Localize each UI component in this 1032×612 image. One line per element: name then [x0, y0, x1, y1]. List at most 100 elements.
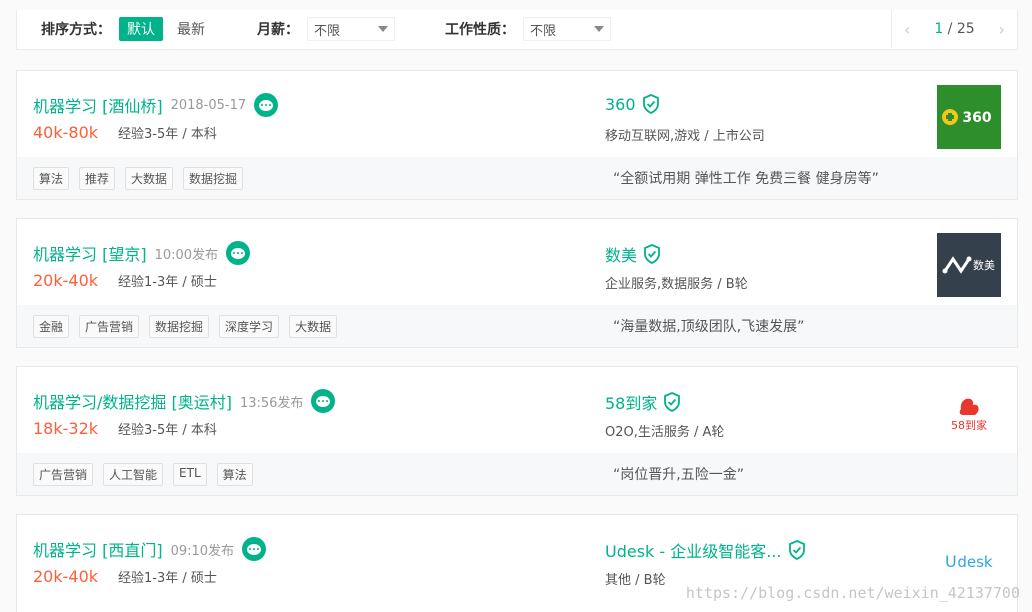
job-card-main: 机器学习/数据挖掘 [奥运村] 13:56发布 18k-32k 经验3-5年 /… — [17, 367, 1017, 453]
job-requirement: 经验1-3年 / 硕士 — [118, 571, 217, 586]
watermark: https://blog.csdn.net/weixin_42137700 — [685, 584, 1020, 602]
company-industry: 其他 / B轮 — [605, 573, 666, 588]
job-card[interactable]: 机器学习/数据挖掘 [奥运村] 13:56发布 18k-32k 经验3-5年 /… — [16, 366, 1018, 496]
company-row: 数美 — [605, 242, 661, 266]
jobtype-select[interactable]: 不限 — [523, 17, 611, 41]
job-salary: 40k-80k — [33, 123, 99, 142]
svg-text:U: U — [945, 552, 957, 571]
salary-filter-label: 月薪： — [257, 22, 299, 38]
job-requirement: 经验3-5年 / 本科 — [118, 127, 217, 142]
job-title-row: 机器学习 [望京] 10:00发布 — [33, 241, 251, 265]
page-total: 25 — [956, 21, 975, 37]
job-requirement: 经验1-3年 / 硕士 — [118, 275, 217, 290]
chat-icon[interactable] — [242, 537, 267, 561]
job-card-main: 机器学习 [酒仙桥] 2018-05-17 40k-80k 经验3-5年 / 本… — [17, 71, 1017, 157]
sort-group: 排序方式： 默认 最新 — [41, 10, 219, 48]
job-salary-row: 40k-80k 经验3-5年 / 本科 — [33, 123, 217, 142]
company-name-link[interactable]: Udesk - 企业级智能客... — [605, 538, 782, 562]
job-salary-row: 20k-40k 经验1-3年 / 硕士 — [33, 567, 217, 586]
job-salary-row: 20k-40k 经验1-3年 / 硕士 — [33, 271, 217, 290]
job-tag[interactable]: 金融 — [33, 315, 70, 338]
job-title-row: 机器学习 [酒仙桥] 2018-05-17 — [33, 93, 279, 117]
job-card-footer: 金融 广告营销 数据挖掘 深度学习 大数据 “海量数据,顶级团队,飞速发展” — [17, 305, 1017, 347]
sort-option-default[interactable]: 默认 — [119, 17, 163, 41]
company-logo[interactable]: 360 — [937, 85, 1001, 149]
job-post-time: 10:00发布 — [154, 247, 219, 263]
job-salary: 20k-40k — [33, 271, 99, 290]
sort-option-newest[interactable]: 最新 — [169, 17, 213, 41]
logo-text: desk — [957, 553, 993, 571]
pager: ‹ 1 / 25 › — [891, 10, 1017, 48]
job-tag[interactable]: 人工智能 — [103, 463, 164, 486]
job-tag[interactable]: ETL — [173, 463, 207, 486]
verified-shield-icon — [644, 244, 660, 264]
job-card[interactable]: 机器学习 [酒仙桥] 2018-05-17 40k-80k 经验3-5年 / 本… — [16, 70, 1018, 200]
chevron-left-icon[interactable]: ‹ — [904, 20, 910, 39]
job-title-row: 机器学习/数据挖掘 [奥运村] 13:56发布 — [33, 389, 336, 413]
verified-shield-icon — [664, 392, 681, 412]
salary-select[interactable]: 不限 — [307, 17, 395, 41]
company-row: 58到家 — [605, 390, 681, 414]
chat-icon[interactable] — [226, 241, 251, 265]
job-title-link[interactable]: 机器学习/数据挖掘 [奥运村] — [33, 389, 232, 413]
chat-icon[interactable] — [311, 389, 336, 413]
verified-shield-icon — [788, 540, 805, 560]
job-tag[interactable]: 深度学习 — [219, 315, 280, 338]
chevron-down-icon — [378, 26, 388, 32]
company-row: Udesk - 企业级智能客... — [605, 538, 806, 562]
job-post-time: 09:10发布 — [170, 543, 235, 559]
sort-label: 排序方式： — [41, 22, 111, 38]
company-name-link[interactable]: 58到家 — [605, 390, 657, 414]
job-tags: 广告营销 人工智能 ETL 算法 — [33, 463, 263, 486]
job-tag[interactable]: 算法 — [216, 463, 253, 486]
job-card[interactable]: 机器学习 [望京] 10:00发布 20k-40k 经验1-3年 / 硕士 数美… — [16, 218, 1018, 348]
company-logo[interactable]: 数美 — [937, 233, 1001, 297]
company-slogan: “岗位晋升,五险一金” — [613, 467, 744, 483]
job-card-main: 机器学习 [望京] 10:00发布 20k-40k 经验1-3年 / 硕士 数美… — [17, 219, 1017, 305]
logo-text: 360 — [962, 110, 991, 126]
job-tag[interactable]: 广告营销 — [79, 315, 140, 338]
salary-filter: 月薪： 不限 — [257, 10, 395, 48]
job-title-link[interactable]: 机器学习 [酒仙桥] — [33, 93, 163, 117]
job-tags: 算法 推荐 大数据 数据挖掘 — [33, 167, 253, 190]
company-logo[interactable]: 58到家 — [937, 381, 1001, 445]
page-separator: / — [943, 21, 957, 37]
company-slogan: “全额试用期 弹性工作 免费三餐 健身房等” — [613, 171, 879, 187]
company-row: 360 — [605, 94, 660, 114]
verified-shield-icon — [642, 94, 659, 114]
job-salary-row: 18k-32k 经验3-5年 / 本科 — [33, 419, 217, 438]
job-tag[interactable]: 数据挖掘 — [183, 167, 244, 190]
job-requirement: 经验3-5年 / 本科 — [118, 423, 217, 438]
job-salary: 20k-40k — [33, 567, 99, 586]
logo-text: 58到家 — [951, 418, 987, 432]
job-tag[interactable]: 大数据 — [289, 315, 338, 338]
chevron-right-icon[interactable]: › — [999, 20, 1005, 39]
jobtype-select-value: 不限 — [530, 23, 557, 39]
company-slogan: “海量数据,顶级团队,飞速发展” — [613, 319, 805, 335]
company-industry: 企业服务,数据服务 / B轮 — [605, 277, 748, 292]
job-title-row: 机器学习 [西直门] 09:10发布 — [33, 537, 267, 561]
filter-bar: 排序方式： 默认 最新 月薪： 不限 工作性质： 不限 ‹ 1 / 25 › — [16, 10, 1018, 50]
job-salary: 18k-32k — [33, 419, 99, 438]
jobtype-filter: 工作性质： 不限 — [445, 10, 611, 48]
page-current: 1 — [934, 21, 944, 37]
job-tag[interactable]: 算法 — [33, 167, 70, 190]
job-tag[interactable]: 数据挖掘 — [149, 315, 210, 338]
job-tags: 金融 广告营销 数据挖掘 深度学习 大数据 — [33, 315, 347, 338]
job-tag[interactable]: 广告营销 — [33, 463, 94, 486]
job-post-time: 13:56发布 — [239, 395, 304, 411]
jobtype-filter-label: 工作性质： — [445, 22, 515, 38]
company-name-link[interactable]: 360 — [605, 95, 636, 114]
job-post-time: 2018-05-17 — [170, 97, 247, 113]
logo-text: 数美 — [973, 259, 995, 272]
job-card-footer: 算法 推荐 大数据 数据挖掘 “全额试用期 弹性工作 免费三餐 健身房等” — [17, 157, 1017, 199]
job-tag[interactable]: 推荐 — [79, 167, 116, 190]
chat-icon[interactable] — [254, 93, 279, 117]
company-industry: 移动互联网,游戏 / 上市公司 — [605, 129, 765, 144]
job-title-link[interactable]: 机器学习 [望京] — [33, 241, 147, 265]
job-title-link[interactable]: 机器学习 [西直门] — [33, 537, 163, 561]
job-card-footer: 广告营销 人工智能 ETL 算法 “岗位晋升,五险一金” — [17, 453, 1017, 495]
salary-select-value: 不限 — [314, 23, 341, 39]
company-name-link[interactable]: 数美 — [605, 242, 637, 266]
job-tag[interactable]: 大数据 — [125, 167, 174, 190]
